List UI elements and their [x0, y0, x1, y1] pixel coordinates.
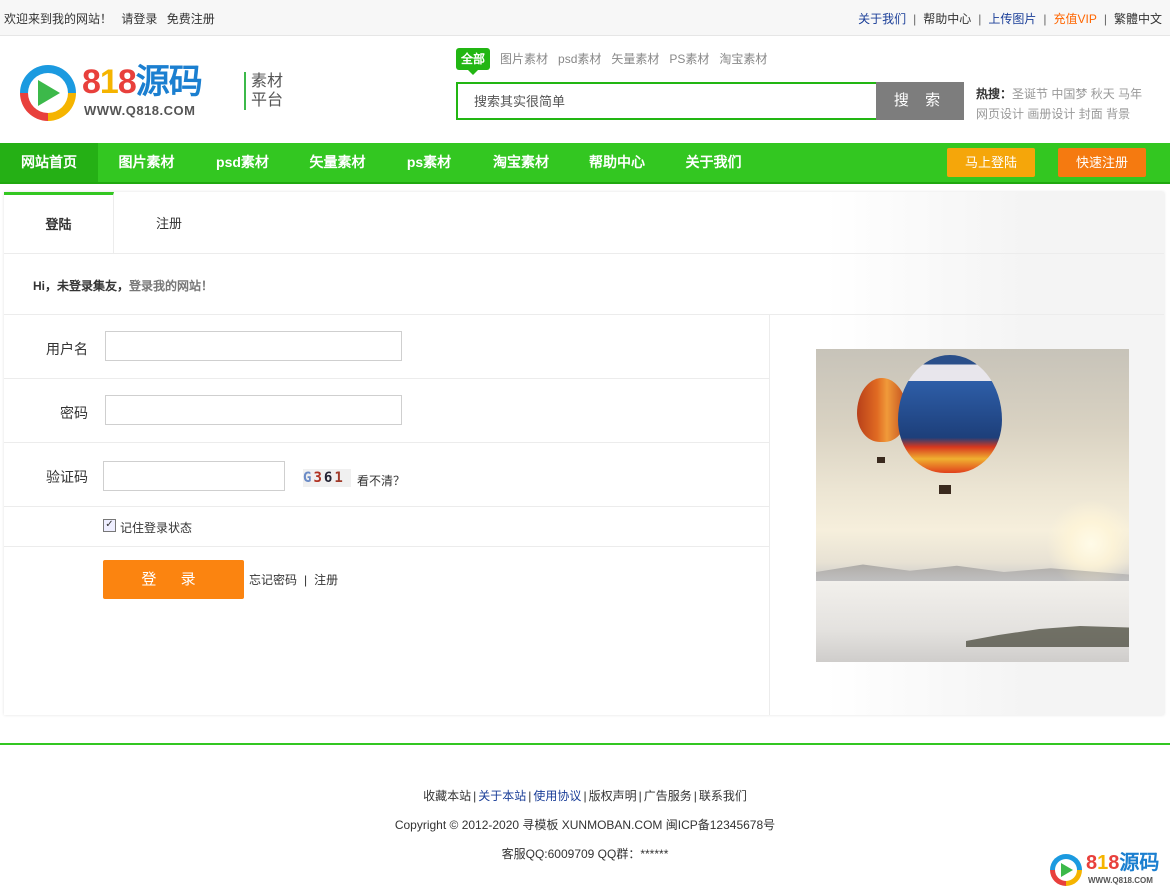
footer-link[interactable]: 联系我们: [699, 789, 747, 803]
password-row: 密码: [4, 379, 769, 443]
footer-link[interactable]: 关于本站: [478, 789, 526, 803]
login-panel: 登陆 注册 Hi，未登录集友，登录我的网站！ 用户名 密码 验证码 G361 看…: [4, 192, 1164, 715]
footer-link[interactable]: 广告服务: [644, 789, 692, 803]
greeting-text: Hi，未登录集友，登录我的网站！: [33, 279, 214, 293]
nav-register-button[interactable]: 快速注册: [1058, 148, 1146, 177]
topbar-left: 欢迎来到我的网站！ 请登录 免费注册: [4, 10, 215, 27]
tab-register[interactable]: 注册: [114, 192, 224, 253]
link-separator: |: [304, 573, 308, 587]
password-input[interactable]: [105, 395, 402, 425]
captcha-row: 验证码 G361 看不清？: [4, 443, 769, 507]
form-links: 忘记密码 | 注册: [249, 571, 338, 588]
captcha-label: 验证码: [46, 469, 88, 485]
header: 818源码 WWW.Q818.COM 素材 平台 全部 图片素材 psd素材 矢量素材…: [0, 36, 1170, 142]
footer-copyright: Copyright © 2012-2020 寻模板 XUNMOBAN.COM 闽…: [394, 818, 776, 832]
footer: 收藏本站 | 关于本站 | 使用协议 | 版权声明 | 广告服务 | 联系我们 Copyright …: [0, 745, 1170, 892]
topbar-right: 关于我们 | 帮助中心 | 上传图片 | 充值VIP | 繁體中文: [858, 10, 1162, 27]
footer-link[interactable]: 使用协议: [533, 789, 581, 803]
site-logo[interactable]: 818源码 WWW.Q818.COM: [20, 63, 220, 125]
welcome-text: 欢迎来到我的网站！: [4, 12, 113, 26]
password-label: 密码: [60, 405, 88, 421]
topbar-separator: |: [913, 12, 917, 26]
balloon-large: [898, 355, 1002, 473]
slogan: 素材 平台: [244, 72, 283, 110]
top-bar: 欢迎来到我的网站！ 请登录 免费注册 关于我们 | 帮助中心 | 上传图片 | 充值VIP |…: [0, 0, 1170, 36]
watermark-play-icon: [1050, 854, 1082, 886]
search-tab-taobao[interactable]: 淘宝素材: [719, 48, 767, 70]
nav-item-ps[interactable]: ps素材: [385, 143, 473, 182]
topbar-separator: |: [1043, 12, 1047, 26]
search-tab-images[interactable]: 图片素材: [500, 48, 548, 70]
topbar-vip-link[interactable]: 充值VIP: [1054, 12, 1097, 26]
slogan-line-2: 平台: [251, 92, 284, 109]
hot-word[interactable]: 圣诞节: [1012, 87, 1048, 101]
footer-contact: 客服QQ:6009709 QQ群：******: [501, 847, 669, 861]
remember-label: 记住登录状态: [120, 521, 193, 535]
topbar-traditional-link[interactable]: 繁體中文: [1114, 12, 1162, 26]
search-button[interactable]: 搜 索: [876, 82, 964, 120]
hot-label: 热搜：: [976, 87, 1013, 101]
footer-link[interactable]: 收藏本站: [423, 789, 471, 803]
logo-play-icon: [20, 65, 76, 121]
topbar-about-link[interactable]: 关于我们: [858, 12, 906, 26]
hot-word[interactable]: 网页设计: [976, 107, 1024, 121]
username-input[interactable]: [105, 331, 402, 361]
search-tabs: 全部 图片素材 psd素材 矢量素材 PS素材 淘宝素材: [456, 48, 777, 75]
hot-air-balloon-image: [816, 349, 1129, 662]
register-link[interactable]: 注册: [314, 573, 338, 587]
topbar-upload-link[interactable]: 上传图片: [988, 12, 1036, 26]
username-row: 用户名: [4, 315, 769, 379]
hot-word[interactable]: 画册设计: [1027, 107, 1075, 121]
search-input[interactable]: [456, 82, 878, 120]
captcha-input[interactable]: [103, 461, 285, 491]
hot-searches: 热搜：圣诞节 中国梦 秋天 马年 网页设计 画册设计 封面 背景: [976, 84, 1156, 124]
hot-word[interactable]: 秋天: [1091, 87, 1115, 101]
hot-word[interactable]: 背景: [1106, 107, 1130, 121]
nav-item-vector[interactable]: 矢量素材: [290, 143, 385, 182]
forgot-password-link[interactable]: 忘记密码: [249, 573, 297, 587]
slogan-line-1: 素材: [251, 73, 284, 90]
topbar-separator: |: [1103, 12, 1107, 26]
username-label: 用户名: [46, 341, 88, 357]
greeting-bar: Hi，未登录集友，登录我的网站！: [4, 254, 1164, 315]
captcha-image[interactable]: G361: [303, 469, 351, 487]
footer-link[interactable]: 版权声明: [589, 789, 637, 803]
topbar-help-link[interactable]: 帮助中心: [923, 12, 971, 26]
watermark-logo: 818源码 WWW.Q818.COM: [1050, 852, 1168, 888]
search-tab-ps[interactable]: PS素材: [669, 48, 709, 70]
refresh-captcha-link[interactable]: 看不清？: [357, 472, 405, 489]
remember-checkbox[interactable]: ✓: [103, 519, 116, 532]
remember-row: ✓ 记住登录状态: [4, 507, 769, 547]
tab-login[interactable]: 登陆: [4, 192, 114, 253]
hot-word[interactable]: 封面: [1079, 107, 1103, 121]
nav-item-home[interactable]: 网站首页: [0, 143, 98, 182]
topbar-separator: |: [978, 12, 982, 26]
topbar-register-link[interactable]: 免费注册: [167, 12, 215, 26]
main-nav: 网站首页 图片素材 psd素材 矢量素材 ps素材 淘宝素材 帮助中心 关于我们…: [0, 143, 1170, 184]
nav-item-taobao[interactable]: 淘宝素材: [473, 143, 569, 182]
topbar-login-link[interactable]: 请登录: [121, 12, 157, 26]
login-submit-button[interactable]: 登 录: [103, 560, 244, 599]
search-tab-vector[interactable]: 矢量素材: [611, 48, 659, 70]
search-tab-all[interactable]: 全部: [456, 48, 491, 75]
search-tab-psd[interactable]: psd素材: [558, 48, 601, 70]
hot-word[interactable]: 中国梦: [1051, 87, 1087, 101]
logo-url: WWW.Q818.COM: [84, 103, 196, 118]
logo-brand: 818源码: [82, 63, 203, 101]
search-box: 搜 索: [456, 82, 964, 120]
greeting-login-link[interactable]: 登录我的网站！: [129, 279, 213, 293]
nav-item-about[interactable]: 关于我们: [665, 143, 762, 182]
nav-item-images[interactable]: 图片素材: [98, 143, 195, 182]
login-form: 用户名 密码 验证码 G361 看不清？ ✓ 记住登录状态 登 录 忘记密码 | 注…: [4, 315, 770, 715]
nav-login-button[interactable]: 马上登陆: [947, 148, 1035, 177]
hot-word[interactable]: 马年: [1118, 87, 1142, 101]
nav-item-psd[interactable]: psd素材: [195, 143, 290, 182]
nav-item-help[interactable]: 帮助中心: [569, 143, 665, 182]
login-tabs: 登陆 注册: [4, 192, 1164, 254]
footer-links: 收藏本站 | 关于本站 | 使用协议 | 版权声明 | 广告服务 | 联系我们: [423, 789, 747, 803]
